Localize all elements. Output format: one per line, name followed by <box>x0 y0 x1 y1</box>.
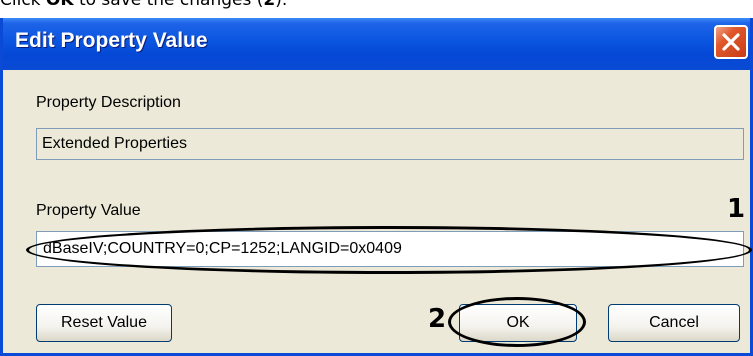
property-value-input[interactable]: dBaseIV;COUNTRY=0;CP=1252;LANGID=0x0409 <box>36 231 744 267</box>
close-icon <box>722 33 740 51</box>
caption-ok-bold: OK <box>45 0 74 10</box>
edit-property-dialog: Edit Property Value Property Description… <box>0 18 753 356</box>
reset-value-button[interactable]: Reset Value <box>36 304 172 342</box>
title-bar[interactable]: Edit Property Value <box>3 18 750 70</box>
annotation-marker-2: 2 <box>428 304 447 334</box>
cancel-button[interactable]: Cancel <box>608 304 740 342</box>
property-value-label: Property Value <box>36 202 141 219</box>
dialog-title: Edit Property Value <box>15 29 208 52</box>
annotation-marker-1: 1 <box>727 194 746 224</box>
property-description-field: Extended Properties <box>36 128 744 160</box>
close-button[interactable] <box>714 25 748 59</box>
caption-prefix: Click <box>0 0 46 10</box>
instruction-caption: Click OK to save the changes (2). <box>0 0 753 12</box>
caption-step-bold: 2 <box>263 0 276 10</box>
caption-middle: to save the changes ( <box>73 0 264 10</box>
ok-button[interactable]: OK <box>459 304 577 342</box>
caption-suffix: ). <box>275 0 288 10</box>
property-description-label: Property Description <box>36 94 181 111</box>
